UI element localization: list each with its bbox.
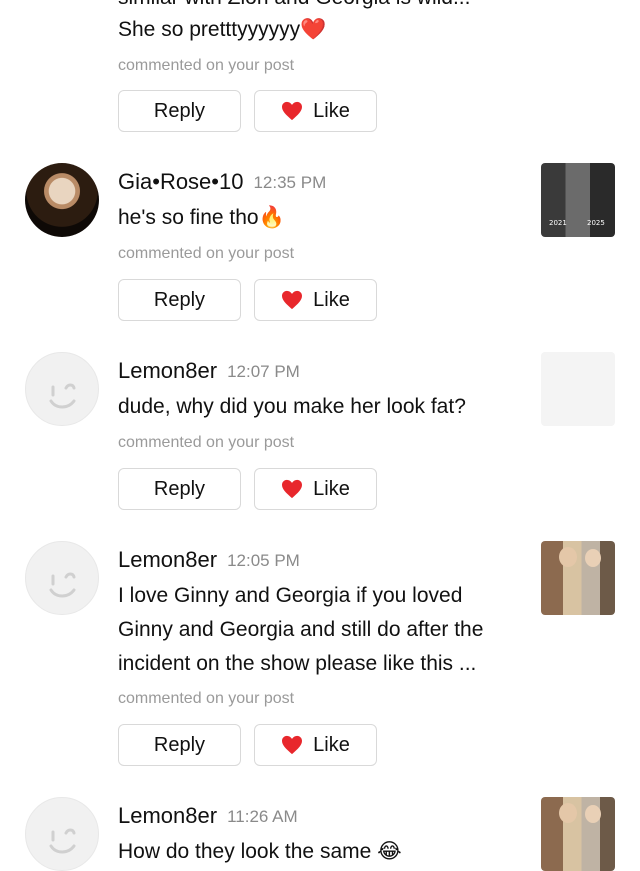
user-avatar[interactable] [25, 163, 99, 237]
reply-label: Reply [153, 733, 206, 756]
comment-text-cut: similar with Zion and Georgia is wild... [118, 0, 470, 10]
comment-time: 12:07 PM [227, 362, 300, 381]
smiley-icon [49, 572, 76, 598]
comment-time: 12:05 PM [227, 551, 300, 570]
comment-user-row: Lemon8er 12:05 PM [118, 547, 300, 573]
comment-time: 12:35 PM [253, 173, 327, 192]
comment-username[interactable]: Lemon8er [118, 803, 217, 828]
comment-meta: commented on your post [118, 690, 295, 707]
heart-icon [282, 735, 303, 755]
comment-username[interactable]: Lemon8er [118, 547, 217, 572]
comment-user-row: Gia•Rose•10 12:35 PM [118, 169, 326, 195]
comment-meta: commented on your post [118, 57, 295, 74]
like-button[interactable]: Like [254, 279, 377, 321]
heart-icon [282, 290, 303, 310]
like-label: Like [313, 99, 350, 122]
reply-label: Reply [153, 477, 206, 500]
comment-text-line: incident on the show please like this ..… [118, 652, 477, 675]
comment-user-row: Lemon8er 12:07 PM [118, 358, 300, 384]
comment-user-row: Lemon8er 11:26 AM [118, 803, 298, 829]
comment-text: How do they look the same 😂 [118, 840, 402, 863]
reply-button[interactable]: Reply [118, 468, 241, 510]
reply-label: Reply [153, 288, 206, 311]
reply-button[interactable]: Reply [118, 279, 241, 321]
post-thumbnail[interactable] [541, 541, 615, 615]
like-label: Like [313, 477, 350, 500]
smiley-icon [49, 828, 76, 854]
like-button[interactable]: Like [254, 468, 377, 510]
post-thumbnail[interactable]: 2021 2025 [541, 163, 615, 237]
user-avatar[interactable] [25, 541, 99, 615]
user-avatar[interactable] [25, 797, 99, 871]
comment-text: She so pretttyyyyyy❤️ [118, 18, 327, 41]
thumbnail-label: 2021 [549, 219, 567, 227]
like-button[interactable]: Like [254, 90, 377, 132]
comment-time: 11:26 AM [227, 807, 298, 826]
like-label: Like [313, 733, 350, 756]
comment-text: he's so fine tho🔥 [118, 206, 285, 229]
post-thumbnail[interactable] [541, 797, 615, 871]
reply-button[interactable]: Reply [118, 90, 241, 132]
reply-label: Reply [153, 99, 206, 122]
like-label: Like [313, 288, 350, 311]
reply-button[interactable]: Reply [118, 724, 241, 766]
comment-text: dude, why did you make her look fat? [118, 395, 466, 418]
comment-text-line: I love Ginny and Georgia if you loved [118, 584, 463, 607]
comment-meta: commented on your post [118, 245, 295, 262]
heart-icon [282, 479, 303, 499]
thumbnail-label: 2025 [587, 219, 605, 227]
heart-icon [282, 101, 303, 121]
smiley-icon [49, 383, 76, 409]
post-thumbnail[interactable] [541, 352, 615, 426]
like-button[interactable]: Like [254, 724, 377, 766]
comment-meta: commented on your post [118, 434, 295, 451]
comment-username[interactable]: Gia•Rose•10 [118, 169, 243, 194]
comment-username[interactable]: Lemon8er [118, 358, 217, 383]
comment-feed: similar with Zion and Georgia is wild...… [0, 0, 640, 871]
user-avatar[interactable] [25, 352, 99, 426]
comment-text-line: Ginny and Georgia and still do after the [118, 618, 484, 641]
